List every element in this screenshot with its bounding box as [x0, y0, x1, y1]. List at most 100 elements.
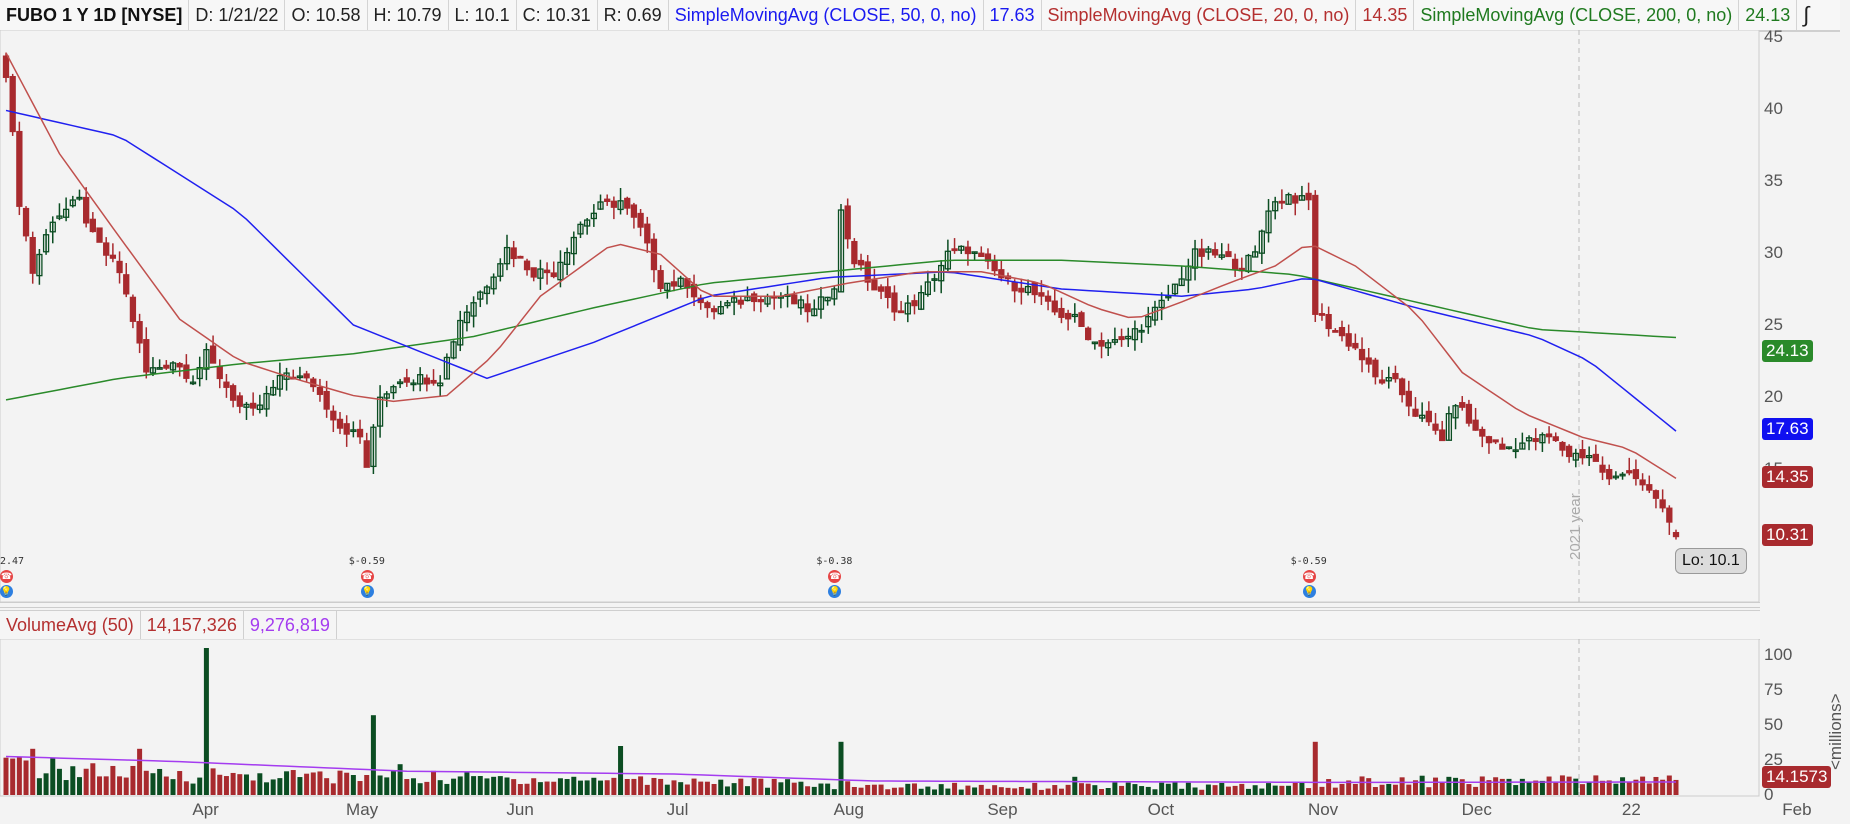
volume-bar — [664, 784, 670, 795]
volume-bar — [1232, 785, 1238, 795]
candle-body — [22, 207, 30, 237]
volume-bar — [1259, 788, 1265, 795]
price-tick-label: 30 — [1764, 243, 1783, 262]
volume-bar — [1225, 786, 1231, 795]
volume-bar — [404, 779, 410, 795]
volume-bar — [1506, 778, 1512, 795]
volume-bar — [751, 778, 757, 795]
volume-bar — [1132, 784, 1138, 795]
volume-bar — [544, 781, 550, 795]
date-tick-label: Feb — [1782, 800, 1812, 819]
volume-bar — [1112, 782, 1118, 795]
volume-bar — [1012, 788, 1018, 795]
candle-body — [1231, 258, 1239, 270]
volume-bar — [1192, 787, 1198, 795]
volume-bar — [1119, 785, 1125, 795]
volume-bar — [1466, 784, 1472, 795]
high-value: H: 10.79 — [368, 0, 449, 30]
volume-bar — [537, 782, 543, 795]
candle-body — [1565, 445, 1573, 458]
volume-bar — [1439, 782, 1445, 795]
volume-bar — [965, 785, 971, 795]
volume-bar — [1600, 780, 1606, 795]
volume-bar — [711, 783, 717, 795]
candle-body — [857, 259, 865, 266]
earnings-phone-icon[interactable]: ☎ — [0, 570, 13, 583]
earnings-phone-icon[interactable]: ☎ — [1302, 570, 1316, 583]
volume-bar — [197, 777, 203, 795]
volume-bar — [638, 776, 644, 795]
candle-body — [1552, 436, 1559, 442]
candle-body — [16, 130, 23, 207]
date-tick-label: Sep — [987, 800, 1018, 819]
sma50-value: 17.63 — [984, 0, 1042, 30]
volume-chart[interactable] — [0, 639, 1760, 797]
volume-bar — [277, 778, 283, 795]
candle-body — [1545, 433, 1553, 438]
low-callout: Lo: 10.1 — [1675, 548, 1747, 574]
event-bulb-icon[interactable]: 💡 — [0, 585, 13, 598]
candle-body — [1292, 195, 1299, 204]
candle-body — [403, 377, 410, 383]
range-value: R: 0.69 — [598, 0, 669, 30]
candle-body — [1632, 469, 1640, 480]
panel-divider[interactable] — [0, 602, 1760, 608]
volume-bar — [1159, 782, 1165, 795]
candle-body — [1372, 359, 1379, 378]
volume-bar — [618, 746, 624, 795]
volume-bar — [250, 780, 256, 795]
candle-body — [1646, 484, 1653, 491]
earnings-label: $-0.59 — [1290, 556, 1327, 567]
volume-avg-label[interactable]: VolumeAvg (50) — [0, 611, 141, 639]
event-bulb-icon[interactable]: 💡 — [360, 585, 374, 598]
volume-bar — [704, 781, 710, 795]
volume-bar — [851, 786, 857, 795]
volume-bar — [1212, 785, 1218, 795]
candle-body — [1278, 200, 1286, 204]
volume-bar — [1646, 783, 1652, 795]
volume-bar — [497, 776, 503, 795]
candle-body — [83, 196, 90, 224]
sma20-label[interactable]: SimpleMovingAvg (CLOSE, 20, 0, no) — [1042, 0, 1357, 30]
symbol-label[interactable]: FUBO 1 Y 1D [NYSE] — [0, 0, 190, 30]
volume-bar — [1566, 776, 1572, 795]
date-tick-label: 22 — [1621, 800, 1641, 819]
volume-bar — [1152, 789, 1158, 795]
price-tick-label: 25 — [1764, 315, 1783, 334]
volume-bar — [978, 784, 984, 795]
candle-body — [877, 286, 885, 292]
volume-bar — [183, 781, 189, 795]
volume-bar — [284, 771, 290, 795]
date-tick-label: Dec — [1461, 800, 1492, 819]
sma200-label[interactable]: SimpleMovingAvg (CLOSE, 200, 0, no) — [1414, 0, 1740, 30]
volume-bar — [437, 780, 443, 795]
volume-bar — [758, 778, 764, 795]
price-chart[interactable] — [0, 30, 1760, 603]
volume-bar — [1446, 776, 1452, 795]
candle-body — [1078, 312, 1085, 327]
volume-bar — [925, 786, 931, 795]
volume-bar — [123, 777, 129, 795]
volume-bar — [1058, 788, 1064, 795]
earnings-label: $-0.59 — [348, 556, 385, 567]
volume-bar — [1553, 782, 1559, 795]
candle-body — [1318, 313, 1326, 316]
candle-body — [143, 339, 150, 373]
studies-icon[interactable]: ∫ — [1797, 0, 1815, 30]
volume-bar — [1666, 775, 1672, 795]
event-bulb-icon[interactable]: 💡 — [1302, 585, 1316, 598]
volume-bar — [557, 778, 563, 795]
candle-body — [29, 236, 36, 274]
earnings-phone-icon[interactable]: ☎ — [360, 570, 374, 583]
candle-body — [1532, 438, 1539, 443]
volume-bar — [865, 784, 871, 795]
sma20-price-tag: 14.35 — [1762, 466, 1813, 488]
sma50-price-tag: 17.63 — [1762, 418, 1813, 440]
candle-body — [644, 223, 651, 244]
volume-bar — [945, 788, 951, 795]
volume-bar — [1653, 776, 1659, 795]
candle-body — [316, 386, 324, 395]
volume-bar — [1105, 788, 1111, 795]
sma50-label[interactable]: SimpleMovingAvg (CLOSE, 50, 0, no) — [669, 0, 984, 30]
volume-bar — [878, 784, 884, 795]
